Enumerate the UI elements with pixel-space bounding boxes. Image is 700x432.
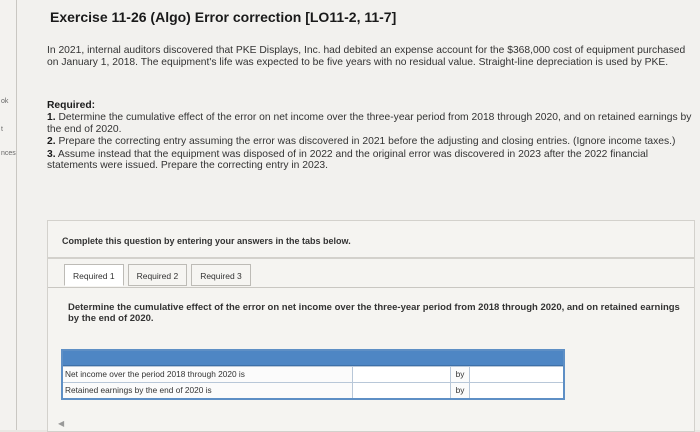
table-row: Net income over the period 2018 through … xyxy=(63,366,563,382)
left-nav-item[interactable]: nces xyxy=(1,150,16,157)
requirements-list: 1. Determine the cumulative effect of th… xyxy=(47,112,697,173)
by-label: by xyxy=(451,383,470,398)
exercise-intro: In 2021, internal auditors discovered th… xyxy=(47,45,686,68)
by-label: by xyxy=(451,367,470,382)
tab-required-2[interactable]: Required 2 xyxy=(127,264,188,286)
answer-grid: Net income over the period 2018 through … xyxy=(61,349,565,400)
requirement-number: 3. xyxy=(47,148,56,160)
chevron-left-icon[interactable]: ◀ xyxy=(58,419,64,428)
retained-earnings-effect-input[interactable] xyxy=(353,383,451,398)
grid-header xyxy=(63,351,563,366)
row-label: Net income over the period 2018 through … xyxy=(63,367,353,382)
panel-description: Determine the cumulative effect of the e… xyxy=(68,302,680,324)
tab-required-1[interactable]: Required 1 xyxy=(64,264,124,286)
retained-earnings-amount-input[interactable] xyxy=(470,383,563,398)
requirement-2: 2. Prepare the correcting entry assuming… xyxy=(47,136,697,148)
instructions-text: Complete this question by entering your … xyxy=(62,236,351,246)
net-income-amount-input[interactable] xyxy=(470,367,563,382)
question-area: Exercise 11-26 (Algo) Error correction [… xyxy=(17,0,700,432)
instructions-box: Complete this question by entering your … xyxy=(47,220,695,258)
requirement-text: Assume instead that the equipment was di… xyxy=(47,148,649,172)
exercise-title: Exercise 11-26 (Algo) Error correction [… xyxy=(50,9,397,25)
left-nav-item[interactable]: t xyxy=(1,126,3,133)
requirement-number: 1. xyxy=(47,112,56,123)
answer-panel: Required 1 Required 2 Required 3 Determi… xyxy=(47,258,695,432)
left-nav-item[interactable]: ok xyxy=(1,98,8,105)
table-row: Retained earnings by the end of 2020 is … xyxy=(63,382,563,398)
net-income-effect-input[interactable] xyxy=(353,367,451,382)
tab-required-3[interactable]: Required 3 xyxy=(191,264,251,286)
left-nav-strip: ok t nces xyxy=(0,0,17,430)
tab-bar: Required 1 Required 2 Required 3 xyxy=(64,264,255,288)
row-label: Retained earnings by the end of 2020 is xyxy=(63,383,353,398)
requirement-3: 3. Assume instead that the equipment was… xyxy=(47,149,697,172)
requirement-text: Determine the cumulative effect of the e… xyxy=(47,112,692,135)
requirement-number: 2. xyxy=(47,136,56,147)
requirement-text: Prepare the correcting entry assuming th… xyxy=(58,136,676,147)
requirement-1: 1. Determine the cumulative effect of th… xyxy=(47,112,697,135)
tab-divider xyxy=(48,287,694,288)
required-heading: Required: xyxy=(47,100,96,111)
